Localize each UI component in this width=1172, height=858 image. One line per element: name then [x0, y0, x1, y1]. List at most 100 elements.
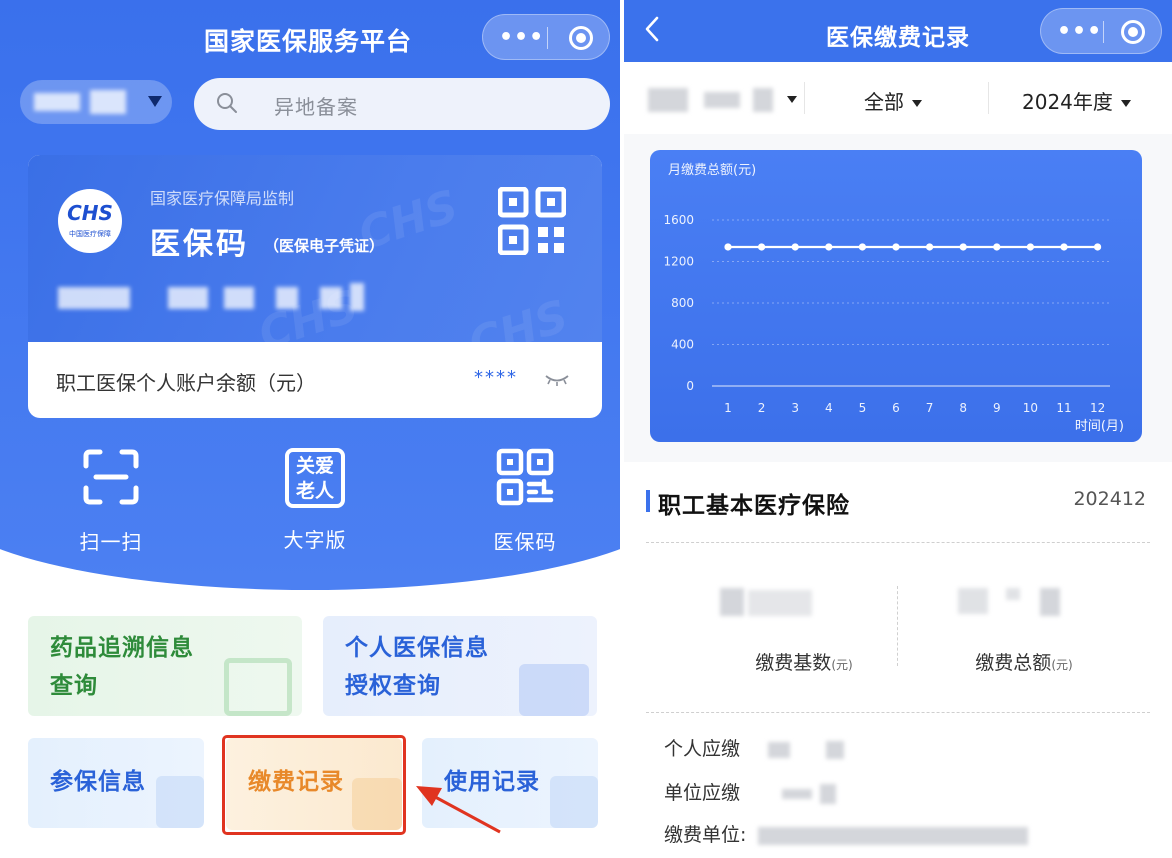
payment-detail-card: 职工基本医疗保险 202412 缴费基数(元) 缴费总额(元) 个人应缴 单位应… [624, 462, 1172, 858]
personal-due-label: 个人应缴 [664, 738, 741, 760]
x-tick-label: 9 [993, 401, 1001, 415]
x-tick-label: 12 [1090, 401, 1105, 415]
data-point [1094, 243, 1102, 251]
chart-title: 月缴费总额(元) [668, 163, 756, 178]
x-tick-label: 5 [859, 401, 867, 415]
quick-action-label: 医保码 [493, 530, 557, 554]
qr-code-icon[interactable] [498, 187, 566, 255]
region-name-redacted [90, 90, 126, 114]
y-tick-label: 0 [686, 379, 694, 393]
quick-action-scan[interactable]: 扫一扫 [46, 448, 176, 555]
personal-info-auth-tile[interactable]: 个人医保信息 授权查询 [323, 616, 597, 716]
x-tick-label: 10 [1023, 401, 1038, 415]
balance-masked-value: **** [474, 367, 518, 388]
insured-info-tile[interactable]: 参保信息 [28, 738, 204, 828]
chevron-down-icon [787, 96, 798, 103]
x-tick-label: 11 [1056, 401, 1071, 415]
personal-due-row: 个人应缴 [664, 734, 845, 761]
x-tick-label: 6 [892, 401, 900, 415]
region-name-redacted [34, 93, 80, 111]
amount-redacted [958, 588, 988, 614]
tile-title: 药品追溯信息 [50, 635, 194, 661]
type-filter[interactable]: 全部 [864, 86, 922, 115]
close-miniprogram-icon[interactable] [569, 26, 593, 50]
id-number-redacted [58, 287, 130, 309]
data-point [993, 243, 1001, 251]
left-screen: 国家医保服务平台 ••• 异地备案 CHS CHS CHS CHS 中国医疗保障… [0, 0, 620, 858]
dashed-divider [646, 542, 1150, 543]
region-select[interactable] [20, 80, 172, 124]
monthly-payment-chart: 月缴费总额(元) 0 400 800 1200 1600 1 2 3 4 5 6 7 8 9 10 11 12 时间… [650, 150, 1142, 442]
card-supervisor: 国家医疗保障局监制 [150, 189, 295, 208]
payment-base-label-text: 缴费基数 [755, 652, 832, 674]
search-input[interactable]: 异地备案 [194, 78, 610, 130]
highlight-box [222, 735, 406, 835]
payment-total-label: 缴费总额(元) [924, 648, 1124, 675]
amount-redacted [720, 588, 744, 616]
card-title: 医保码 [150, 227, 249, 262]
person-name-redacted [704, 91, 741, 108]
mini-program-capsule: ••• [1040, 8, 1162, 54]
insurance-type-title: 职工基本医疗保险 [658, 493, 850, 519]
amount-redacted [768, 741, 791, 758]
tile-title: 个人医保信息 [345, 635, 489, 661]
payment-period: 202412 [1073, 488, 1146, 510]
unit-label: (元) [831, 658, 853, 672]
eye-closed-icon[interactable] [544, 373, 570, 387]
close-miniprogram-icon[interactable] [1121, 20, 1145, 44]
chevron-down-icon [912, 100, 922, 107]
tile-title: 授权查询 [345, 673, 441, 699]
x-axis-label: 时间(月) [1075, 419, 1124, 434]
id-number-redacted [320, 287, 342, 309]
amount-redacted [826, 740, 845, 759]
payment-base-label: 缴费基数(元) [704, 648, 904, 675]
data-point [959, 243, 967, 251]
amount-redacted [1006, 588, 1020, 600]
id-number-redacted [276, 287, 298, 309]
y-tick-label: 1600 [663, 213, 694, 227]
x-tick-label: 2 [758, 401, 766, 415]
insurance-code-card[interactable]: CHS CHS CHS CHS 中国医疗保障 国家医疗保障局监制 医保码 （医保… [28, 155, 602, 418]
card-watermark: CHS [462, 290, 575, 371]
x-tick-label: 4 [825, 401, 833, 415]
balance-label: 职工医保个人账户余额（元） [56, 371, 316, 395]
person-filter[interactable] [648, 86, 798, 112]
quick-action-large-font[interactable]: 关爱 老人 大字版 [250, 448, 380, 553]
id-number-redacted [168, 287, 208, 309]
search-placeholder: 异地备案 [274, 95, 358, 119]
id-number-redacted [350, 283, 364, 311]
qr-code-icon [496, 448, 554, 506]
payment-base-column: 缴费基数(元) [704, 584, 904, 675]
tile-title: 查询 [50, 673, 98, 699]
filter-bar: 全部 2024年度 [624, 62, 1172, 134]
chevron-down-icon [148, 96, 162, 107]
amount-redacted [1040, 588, 1060, 616]
x-tick-label: 3 [791, 401, 799, 415]
quick-action-insurance-code[interactable]: 医保码 [460, 448, 590, 555]
search-icon [217, 93, 237, 113]
x-tick-label: 8 [959, 401, 967, 415]
chevron-down-icon [1120, 100, 1131, 107]
data-point [791, 243, 799, 251]
drug-trace-query-tile[interactable]: 药品追溯信息 查询 [28, 616, 302, 716]
mini-program-capsule: ••• [482, 14, 610, 60]
data-point [825, 243, 833, 251]
x-tick-label: 7 [926, 401, 934, 415]
tile-decoration [550, 776, 598, 828]
tile-title: 参保信息 [50, 769, 146, 795]
data-point [758, 243, 766, 251]
payment-total-label-text: 缴费总额 [975, 652, 1052, 674]
data-point [1060, 243, 1068, 251]
more-menu-icon[interactable]: ••• [1057, 19, 1102, 44]
year-filter[interactable]: 2024年度 [1022, 86, 1131, 115]
section-accent-bar [646, 490, 650, 512]
id-number-redacted [224, 287, 254, 309]
elderly-care-icon-text: 老人 [295, 480, 334, 502]
more-menu-icon[interactable]: ••• [499, 25, 544, 50]
tile-decoration [519, 664, 589, 716]
column-divider [897, 586, 898, 666]
tile-decoration [224, 658, 292, 716]
person-name-redacted [648, 87, 688, 112]
chs-logo-icon: CHS 中国医疗保障 [58, 189, 122, 253]
elderly-care-icon: 关爱 老人 [285, 448, 345, 508]
